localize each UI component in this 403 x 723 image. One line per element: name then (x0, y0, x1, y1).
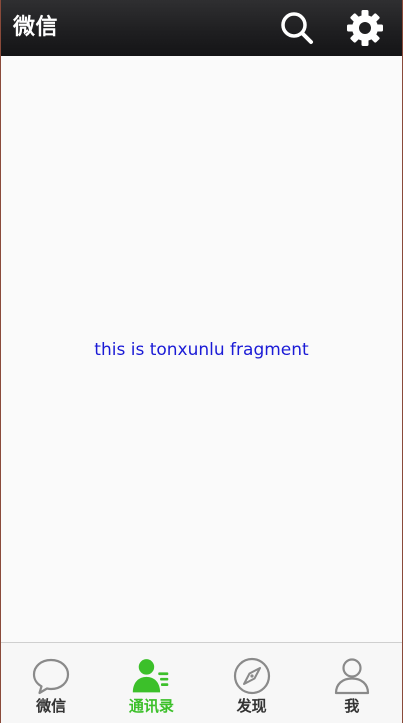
tab-me[interactable]: 我 (302, 643, 402, 723)
top-action-bar: 微信 (1, 0, 402, 56)
tab-discover[interactable]: 发现 (202, 643, 302, 723)
nav-icon-wrap (31, 656, 71, 696)
compass-icon (233, 657, 270, 695)
person-icon (334, 658, 369, 695)
topbar-actions (276, 0, 386, 56)
nav-icon-wrap (131, 656, 171, 696)
search-icon (281, 12, 313, 44)
fragment-text: this is tonxunlu fragment (94, 340, 309, 360)
nav-icon-wrap (332, 656, 372, 696)
settings-button[interactable] (344, 7, 386, 49)
fragment-content: this is tonxunlu fragment (1, 56, 402, 642)
gear-icon (347, 10, 383, 46)
tab-weixin[interactable]: 微信 (1, 643, 101, 723)
bottom-tab-bar: 微信 通讯录 发现 我 (1, 642, 402, 723)
chat-bubble-icon (33, 658, 70, 695)
app-screen: 微信 this is tonxunlu fragment 微信 通讯录 发现 我 (0, 0, 403, 723)
search-button[interactable] (276, 7, 318, 49)
nav-icon-wrap (232, 656, 272, 696)
tab-label: 我 (344, 697, 360, 715)
tab-contacts[interactable]: 通讯录 (101, 643, 201, 723)
tab-label: 通讯录 (128, 697, 174, 715)
app-title: 微信 (13, 15, 59, 40)
tab-label: 微信 (36, 697, 67, 715)
contacts-icon (133, 659, 169, 693)
tab-label: 发现 (236, 697, 267, 715)
